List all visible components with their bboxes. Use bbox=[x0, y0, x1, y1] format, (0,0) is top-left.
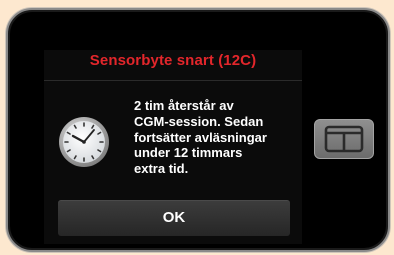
pump-device: Sensorbyte snart (12C) 2 tim återstår av… bbox=[6, 8, 390, 252]
ok-button[interactable]: OK bbox=[58, 200, 290, 236]
home-button[interactable] bbox=[314, 119, 374, 159]
dialog-screen: Sensorbyte snart (12C) 2 tim återstår av… bbox=[44, 50, 302, 244]
t-logo-icon bbox=[324, 125, 364, 153]
title-divider bbox=[44, 80, 302, 81]
dialog-title: Sensorbyte snart (12C) bbox=[89, 52, 257, 69]
clock-icon bbox=[58, 116, 110, 168]
dialog-message: 2 tim återstår av CGM-session. Sedan for… bbox=[134, 98, 267, 177]
